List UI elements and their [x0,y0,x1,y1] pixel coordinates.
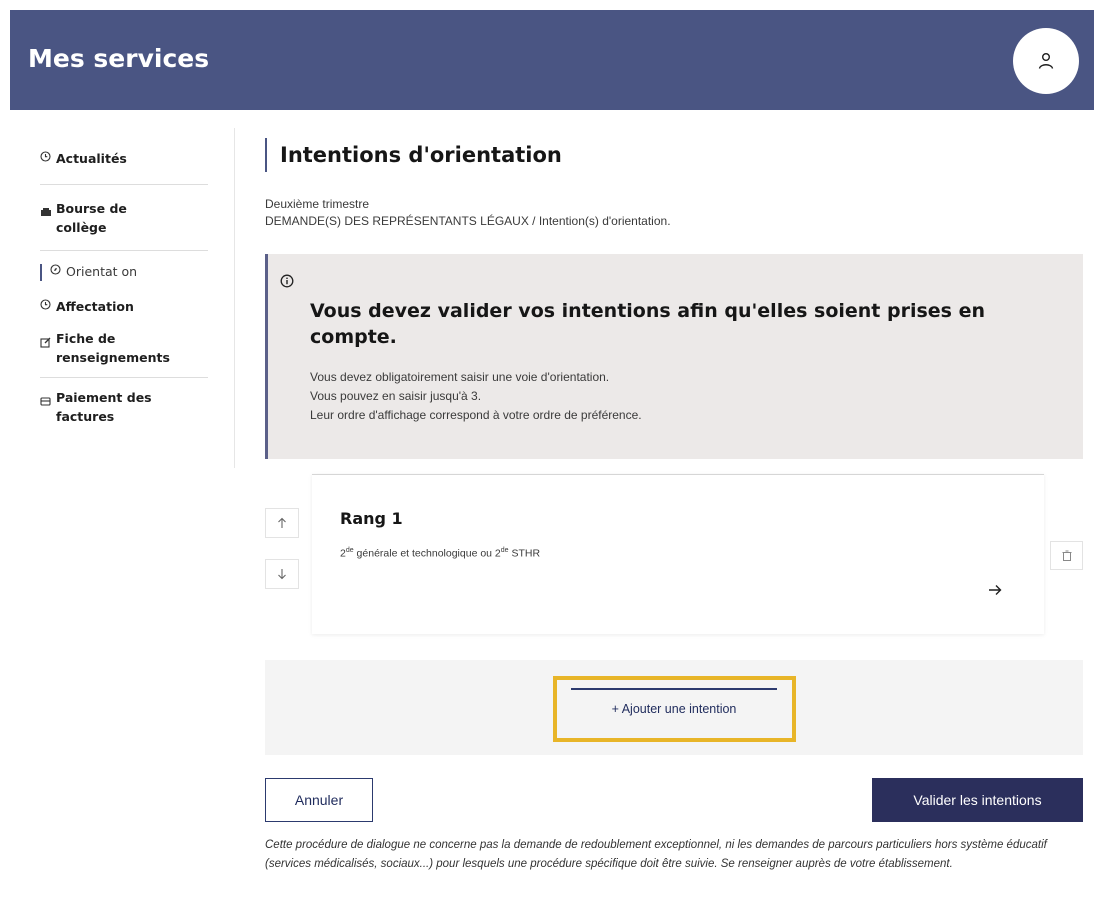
rank-title: Rang 1 [340,509,403,528]
validate-intentions-button[interactable]: Valider les intentions [872,778,1083,822]
footnote: Cette procédure de dialogue ne concerne … [265,839,1047,870]
sidebar-divider [234,128,235,468]
sidebar-nav: Actualités Bourse de collège Orientat on… [40,138,208,426]
move-up-button[interactable] [265,508,299,538]
active-indicator [40,264,42,281]
clock-icon [40,299,51,310]
info-alert: Vous devez valider vos intentions afin q… [265,254,1083,459]
sidebar-item-orientation[interactable]: Orientat on [40,262,208,281]
user-menu-button[interactable] [1013,28,1079,94]
delete-intention-button[interactable] [1050,541,1083,570]
alert-title: Vous devez valider vos intentions afin q… [310,300,986,348]
user-icon [1038,53,1054,69]
add-intention-button[interactable]: + Ajouter une intention [571,688,777,728]
sidebar-separator [40,184,208,185]
sidebar-item-label: Actualités [56,151,127,166]
intention-description: 2de générale et technologique ou 2de STH… [340,547,541,560]
info-icon [280,274,294,288]
title-accent-bar [265,138,267,172]
sidebar-separator [40,250,208,251]
arrow-down-icon [278,569,286,580]
card-icon [40,397,51,406]
trash-icon [1062,550,1071,561]
arrow-right-icon [989,585,1002,595]
cancel-button[interactable]: Annuler [265,778,373,822]
clock-icon [40,151,51,162]
compass-icon [50,264,61,275]
header-bar: Mes services [10,10,1094,110]
sidebar-item-bourse[interactable]: Bourse de collège [40,199,208,237]
sidebar-item-label: Fiche de renseignements [56,331,170,365]
edit-icon [40,337,51,348]
sidebar-item-fiche[interactable]: Fiche de renseignements [40,329,208,367]
open-intention-link[interactable] [988,583,1002,601]
sidebar-item-label: Paiement des factures [56,390,152,424]
sidebar-item-label: Orientat on [66,264,138,279]
add-intention-zone: + Ajouter une intention [265,660,1083,755]
sidebar-item-label: Affectation [56,299,134,314]
sidebar-item-affectation[interactable]: Affectation [40,297,208,316]
sidebar-item-actualites[interactable]: Actualités [40,149,208,168]
money-icon [41,208,51,216]
alert-line: Vous pouvez en saisir jusqu'à 3. [310,389,482,403]
app-title: Mes services [28,44,210,73]
alert-body: Vous devez obligatoirement saisir une vo… [310,368,642,425]
sidebar-separator [40,377,208,378]
sidebar-item-paiement[interactable]: Paiement des factures [40,388,208,426]
move-down-button[interactable] [265,559,299,589]
page-meta: Deuxième trimestre DEMANDE(S) DES REPRÉS… [265,196,671,230]
page-title: Intentions d'orientation [280,143,562,167]
arrow-up-icon [278,517,286,528]
intention-card[interactable]: Rang 1 2de générale et technologique ou … [312,474,1044,634]
meta-breadcrumb: DEMANDE(S) DES REPRÉSENTANTS LÉGAUX / In… [265,214,671,228]
alert-line: Leur ordre d'affichage correspond à votr… [310,408,642,422]
sidebar-item-label: Bourse de collège [56,201,127,235]
meta-period: Deuxième trimestre [265,197,370,211]
alert-line: Vous devez obligatoirement saisir une vo… [310,370,610,384]
